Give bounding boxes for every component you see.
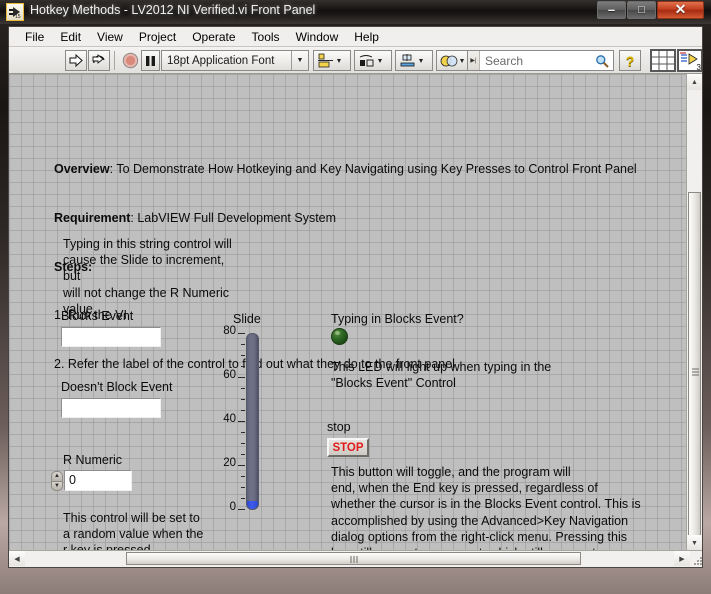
front-panel-canvas[interactable]: Overview: To Demonstrate How Hotkeying a… [9, 74, 688, 551]
scroll-up-arrow-icon[interactable]: ▲ [687, 74, 702, 90]
scroll-left-arrow-icon[interactable]: ◀ [9, 551, 25, 566]
labview-vi-icon: 15 [6, 3, 24, 21]
align-objects-icon [318, 53, 341, 67]
minimize-button[interactable]: – [597, 1, 626, 19]
horizontal-scrollbar[interactable]: ◀ ▶ [9, 550, 702, 567]
distribute-objects-icon [359, 54, 382, 66]
spin-up-icon[interactable]: ▲ [51, 471, 63, 481]
search-placeholder: Search [485, 53, 524, 68]
slide-axis: 80 60 40 20 0 [217, 325, 245, 513]
close-icon: ✕ [674, 2, 687, 18]
r-numeric-label: R Numeric [63, 453, 123, 467]
toolbar: 18pt Application Font ▼ ▶| Search ? 3 [9, 47, 702, 74]
led-note: This LED will light up when typing in th… [331, 360, 552, 391]
scrollbar-grip-icon [350, 556, 357, 563]
magnifier-icon[interactable] [591, 54, 613, 68]
context-help-button[interactable]: ? [619, 50, 641, 71]
menu-view[interactable]: View [89, 28, 131, 46]
scroll-down-arrow-icon[interactable]: ▼ [687, 535, 702, 551]
scroll-right-arrow-icon[interactable]: ▶ [674, 551, 690, 566]
menu-bar: File Edit View Project Operate Tools Win… [9, 27, 702, 47]
resize-objects-button[interactable] [395, 50, 433, 71]
font-selector-label: 18pt Application Font [167, 54, 275, 67]
close-button[interactable]: ✕ [657, 1, 704, 19]
stop-button[interactable]: STOP [327, 438, 369, 457]
menu-tools[interactable]: Tools [244, 28, 288, 46]
svg-text:15: 15 [15, 14, 21, 19]
chevron-down-icon: ▼ [291, 51, 308, 70]
horizontal-scrollbar-thumb[interactable] [126, 552, 581, 565]
menu-edit[interactable]: Edit [52, 28, 89, 46]
title-bar: 15 Hotkey Methods - LV2012 NI Verified.v… [0, 0, 711, 24]
overview-key: Overview [54, 162, 110, 177]
run-arrow-icon [69, 54, 83, 67]
requirement-key: Requirement [54, 211, 131, 226]
run-button[interactable] [65, 50, 87, 71]
r-numeric-stepper[interactable]: ▲ ▼ [51, 471, 63, 491]
resize-objects-icon [400, 53, 423, 66]
pause-button[interactable] [141, 50, 160, 71]
menu-help[interactable]: Help [346, 28, 387, 46]
requirement-value: : LabVIEW Full Development System [130, 211, 337, 226]
client-area: File Edit View Project Operate Tools Win… [8, 26, 703, 568]
run-continuously-button[interactable] [88, 50, 110, 71]
vi-icon-badge: 3 [696, 63, 701, 72]
blocks-event-label: Blocks Event [61, 309, 134, 323]
stop-label: stop [327, 420, 351, 434]
menu-operate[interactable]: Operate [184, 28, 243, 46]
minimize-icon: – [607, 2, 616, 17]
overview-value: : To Demonstrate How Hotkeying and Key N… [109, 162, 637, 177]
pause-icon [146, 55, 155, 66]
window-title: Hotkey Methods - LV2012 NI Verified.vi F… [30, 3, 316, 17]
align-objects-button[interactable] [313, 50, 351, 71]
abort-execution-icon [122, 52, 138, 69]
scrollbar-grip-icon [692, 368, 699, 376]
abort-execution-button[interactable] [119, 50, 141, 71]
connector-pane-grid-icon[interactable] [650, 49, 676, 72]
blocks-event-string-input[interactable] [61, 327, 161, 347]
labview-window: 15 Hotkey Methods - LV2012 NI Verified.v… [0, 0, 711, 594]
distribute-objects-button[interactable] [354, 50, 392, 71]
stop-note: This button will toggle, and the program… [331, 465, 641, 551]
search-field[interactable]: ▶| Search [467, 50, 614, 71]
slide-tick-60: 60 [223, 369, 236, 381]
slide-tick-80: 80 [223, 325, 236, 337]
resize-grip[interactable] [690, 551, 702, 567]
stop-button-wrap[interactable]: STOP [327, 438, 369, 457]
slide-track[interactable] [246, 333, 259, 510]
maximize-button[interactable]: □ [627, 1, 656, 19]
slide-tick-0: 0 [229, 501, 236, 513]
doesnt-block-event-string-input[interactable] [61, 398, 161, 418]
led-indicator[interactable] [331, 328, 348, 345]
drag-handle-icon: ▶| [468, 51, 480, 70]
r-numeric-note: This control will be set to a random val… [63, 511, 204, 551]
menu-window[interactable]: Window [288, 28, 347, 46]
run-continuously-icon [92, 54, 105, 64]
vertical-scrollbar[interactable]: ▲ ▼ [686, 74, 702, 552]
spin-down-icon[interactable]: ▼ [51, 480, 63, 491]
doesnt-block-event-label: Doesn't Block Event [61, 380, 173, 394]
menu-file[interactable]: File [17, 28, 52, 46]
string-control-note: Typing in this string control will cause… [63, 237, 232, 316]
led-label: Typing in Blocks Event? [331, 312, 464, 326]
r-numeric-value[interactable]: 0 [64, 470, 132, 491]
slide-control[interactable]: Slide 80 60 40 20 0 [217, 312, 277, 522]
slide-label: Slide [233, 312, 261, 326]
vi-icon[interactable]: 3 [677, 49, 702, 72]
blocks-event-led[interactable] [331, 328, 353, 350]
menu-project[interactable]: Project [131, 28, 184, 46]
font-selector[interactable]: 18pt Application Font ▼ [161, 50, 309, 71]
slide-tick-40: 40 [223, 413, 236, 425]
maximize-icon: □ [638, 4, 645, 16]
r-numeric-control[interactable]: ▲ ▼ 0 [51, 470, 137, 492]
reorder-objects-icon [440, 55, 464, 66]
slide-tick-20: 20 [223, 457, 236, 469]
slide-fill [247, 501, 258, 509]
vertical-scrollbar-thumb[interactable] [688, 192, 701, 552]
